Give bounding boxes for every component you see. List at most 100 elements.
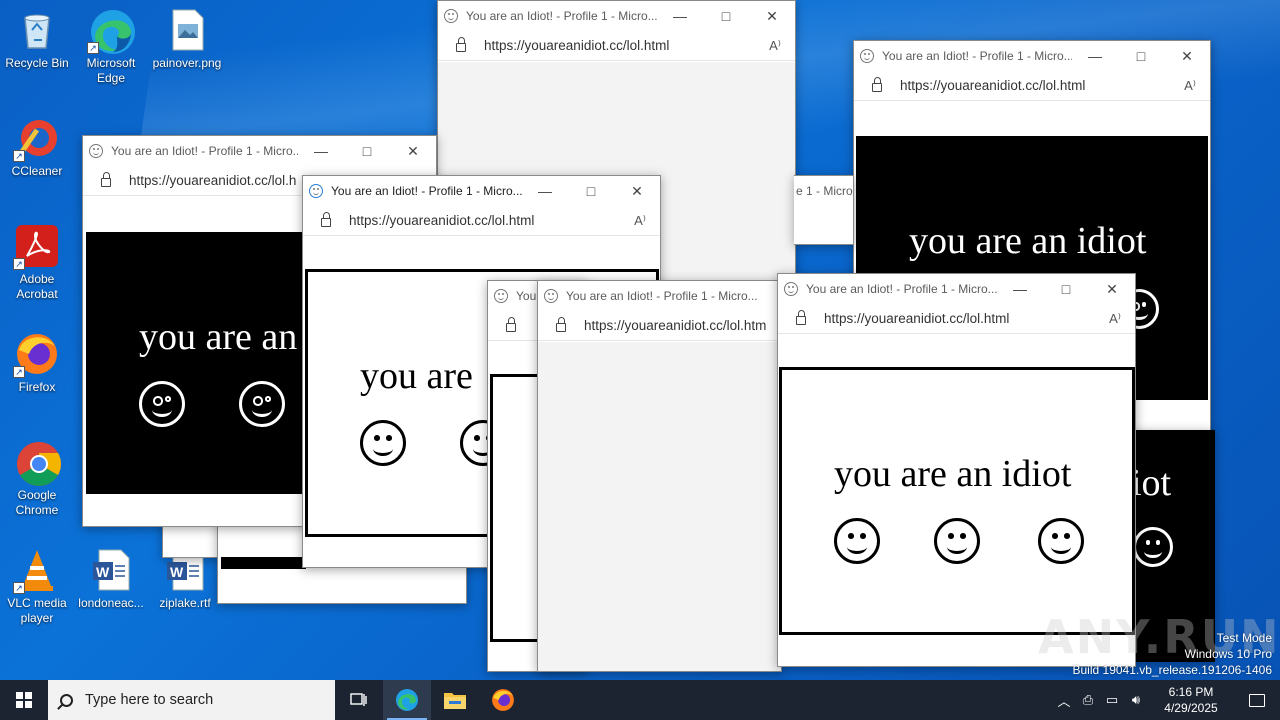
url-text[interactable]: https://youareanidiot.cc/lol.html <box>349 213 620 228</box>
title-bar[interactable]: You are an Idiot! - Profile 1 - Micro...… <box>438 1 795 31</box>
minimize-button[interactable]: — <box>1072 48 1118 64</box>
clock-date: 4/29/2025 <box>1164 701 1218 715</box>
desktop-icon-label: VLC media player <box>7 596 67 625</box>
desktop-icon-label: painover.png <box>152 56 222 70</box>
shortcut-arrow-icon: ↗ <box>13 150 25 162</box>
desktop-icon-label: Firefox <box>18 380 56 394</box>
title-bar[interactable]: You are an Idiot! - Profile 1 - Micro...… <box>83 136 436 166</box>
desktop-icon-londoneac[interactable]: W londoneac... <box>74 548 148 611</box>
taskbar-search-box[interactable]: Type here to search <box>48 680 335 720</box>
title-bar: e 1 - Micro <box>794 176 853 206</box>
address-bar[interactable]: https://youareanidiot.cc/lol.html A⁾ <box>854 71 1210 101</box>
edge-icon <box>396 689 418 711</box>
close-button[interactable]: ✕ <box>1089 281 1135 298</box>
close-button[interactable]: ✕ <box>614 183 660 200</box>
minimize-button[interactable]: — <box>522 183 568 199</box>
idiot-panel: you are an idiot <box>779 367 1135 635</box>
maximize-button[interactable]: □ <box>1118 48 1164 64</box>
read-aloud-icon[interactable]: A⁾ <box>755 38 795 54</box>
url-text[interactable]: https://youareanidiot.cc/lol.html <box>484 38 755 53</box>
desktop-icon-vlc[interactable]: ↗ VLC media player <box>0 548 74 626</box>
lock-icon <box>506 317 516 332</box>
maximize-button[interactable]: □ <box>1043 281 1089 297</box>
read-aloud-icon[interactable]: A⁾ <box>1095 311 1135 327</box>
taskbar-edge-button[interactable] <box>383 680 431 720</box>
url-text[interactable]: https://youareanidiot.cc/lol.htm <box>584 318 781 333</box>
start-button[interactable] <box>0 680 48 720</box>
recycle-bin-icon <box>15 8 59 52</box>
close-button[interactable]: ✕ <box>1164 48 1210 65</box>
close-button[interactable]: ✕ <box>749 8 795 25</box>
idiot-message: you are <box>360 355 473 397</box>
test-mode-watermark: Test Mode Windows 10 Pro Build 19041.vb_… <box>1073 630 1273 678</box>
lock-icon <box>321 212 331 227</box>
system-tray: ︿ ⎙ ▭ 🔊︎ 6:16 PM 4/29/2025 <box>1052 680 1280 720</box>
smiley-favicon-icon <box>444 9 458 23</box>
idiot-message: you are an idiot <box>909 220 1147 262</box>
action-center-button[interactable] <box>1234 693 1280 707</box>
desktop-icon-adobe-acrobat[interactable]: ↗ Adobe Acrobat <box>0 224 74 302</box>
maximize-button[interactable]: □ <box>344 143 390 159</box>
desktop-icon-label: londoneac... <box>78 596 144 610</box>
edge-icon: ↗ <box>87 8 135 54</box>
word-doc-icon: W <box>89 548 133 592</box>
minimize-button[interactable]: — <box>997 281 1043 297</box>
window-title: You are an Idiot! - Profile 1 - Micro... <box>466 9 657 23</box>
vlc-icon: ↗ <box>13 548 59 594</box>
read-aloud-icon[interactable]: A⁾ <box>620 213 660 229</box>
smiley-favicon-icon <box>860 49 874 63</box>
address-bar[interactable]: https://youareanidiot.cc/lol.htm <box>538 311 781 341</box>
address-bar[interactable]: https://youareanidiot.cc/lol.html A⁾ <box>438 31 795 61</box>
desktop-icon-google-chrome[interactable]: Google Chrome <box>0 440 74 518</box>
firefox-icon: ↗ <box>13 332 59 378</box>
title-bar[interactable]: You are an Idiot! - Profile 1 - Micro...… <box>778 274 1135 304</box>
idiot-message: you are an idiot <box>834 453 1072 495</box>
browser-window-front-white[interactable]: You are an Idiot! - Profile 1 - Micro...… <box>777 273 1136 667</box>
desktop-icon-firefox[interactable]: ↗ Firefox <box>0 332 74 395</box>
notification-icon <box>1249 693 1265 707</box>
desktop-icon-label: Recycle Bin <box>5 56 69 70</box>
maximize-button[interactable]: □ <box>703 8 749 24</box>
panel-edge <box>221 557 306 569</box>
address-bar[interactable]: https://youareanidiot.cc/lol.html A⁾ <box>778 304 1135 334</box>
clock[interactable]: 6:16 PM 4/29/2025 <box>1148 684 1234 716</box>
url-text[interactable]: https://youareanidiot.cc/lol.html <box>900 78 1170 93</box>
read-aloud-icon[interactable]: A⁾ <box>1170 78 1210 94</box>
minimize-button[interactable]: — <box>657 8 703 24</box>
title-bar[interactable]: You are an Idiot! - Profile 1 - Micro... <box>538 281 781 311</box>
smiley-icon <box>239 381 285 427</box>
ccleaner-icon: ↗ <box>13 116 59 162</box>
smiley-icon <box>360 420 406 466</box>
watermark-line: Build 19041.vb_release.191206-1406 <box>1072 663 1273 677</box>
maximize-button[interactable]: □ <box>568 183 614 199</box>
lock-icon <box>796 310 806 325</box>
clock-time: 6:16 PM <box>1168 685 1214 699</box>
smiley-favicon-icon <box>784 282 798 296</box>
task-view-button[interactable] <box>335 680 383 720</box>
svg-text:W: W <box>96 564 110 580</box>
desktop-icon-recycle-bin[interactable]: Recycle Bin <box>0 8 74 71</box>
browser-window-blank[interactable]: You are an Idiot! - Profile 1 - Micro...… <box>537 280 782 672</box>
desktop-icon-ccleaner[interactable]: ↗ CCleaner <box>0 116 74 179</box>
taskbar-firefox-button[interactable] <box>479 680 527 720</box>
taskbar-file-explorer-button[interactable] <box>431 680 479 720</box>
desktop-icon-painover[interactable]: painover.png <box>150 8 224 71</box>
network-icon[interactable]: ▭ <box>1100 692 1124 708</box>
minimize-button[interactable]: — <box>298 143 344 159</box>
volume-icon[interactable]: 🔊︎ <box>1124 692 1148 708</box>
desktop-icon-edge[interactable]: ↗ Microsoft Edge <box>74 8 148 86</box>
title-bar[interactable]: You are an Idiot! - Profile 1 - Micro...… <box>854 41 1210 71</box>
smiley-icon <box>934 518 980 564</box>
window-title: You are an Idiot! - Profile 1 - Micro... <box>111 144 298 158</box>
address-bar[interactable]: https://youareanidiot.cc/lol.html A⁾ <box>303 206 660 236</box>
show-hidden-icons-chevron-icon[interactable]: ︿ <box>1052 691 1076 710</box>
shortcut-arrow-icon: ↗ <box>13 258 25 270</box>
lock-icon <box>456 37 466 52</box>
url-text[interactable]: https://youareanidiot.cc/lol.html <box>824 311 1095 326</box>
close-button[interactable]: ✕ <box>390 143 436 160</box>
desktop-icon-label: Google Chrome <box>15 488 59 517</box>
device-icon[interactable]: ⎙ <box>1076 692 1100 708</box>
smiley-icon <box>1038 518 1084 564</box>
shortcut-arrow-icon: ↗ <box>87 42 99 54</box>
title-bar[interactable]: You are an Idiot! - Profile 1 - Micro...… <box>303 176 660 206</box>
